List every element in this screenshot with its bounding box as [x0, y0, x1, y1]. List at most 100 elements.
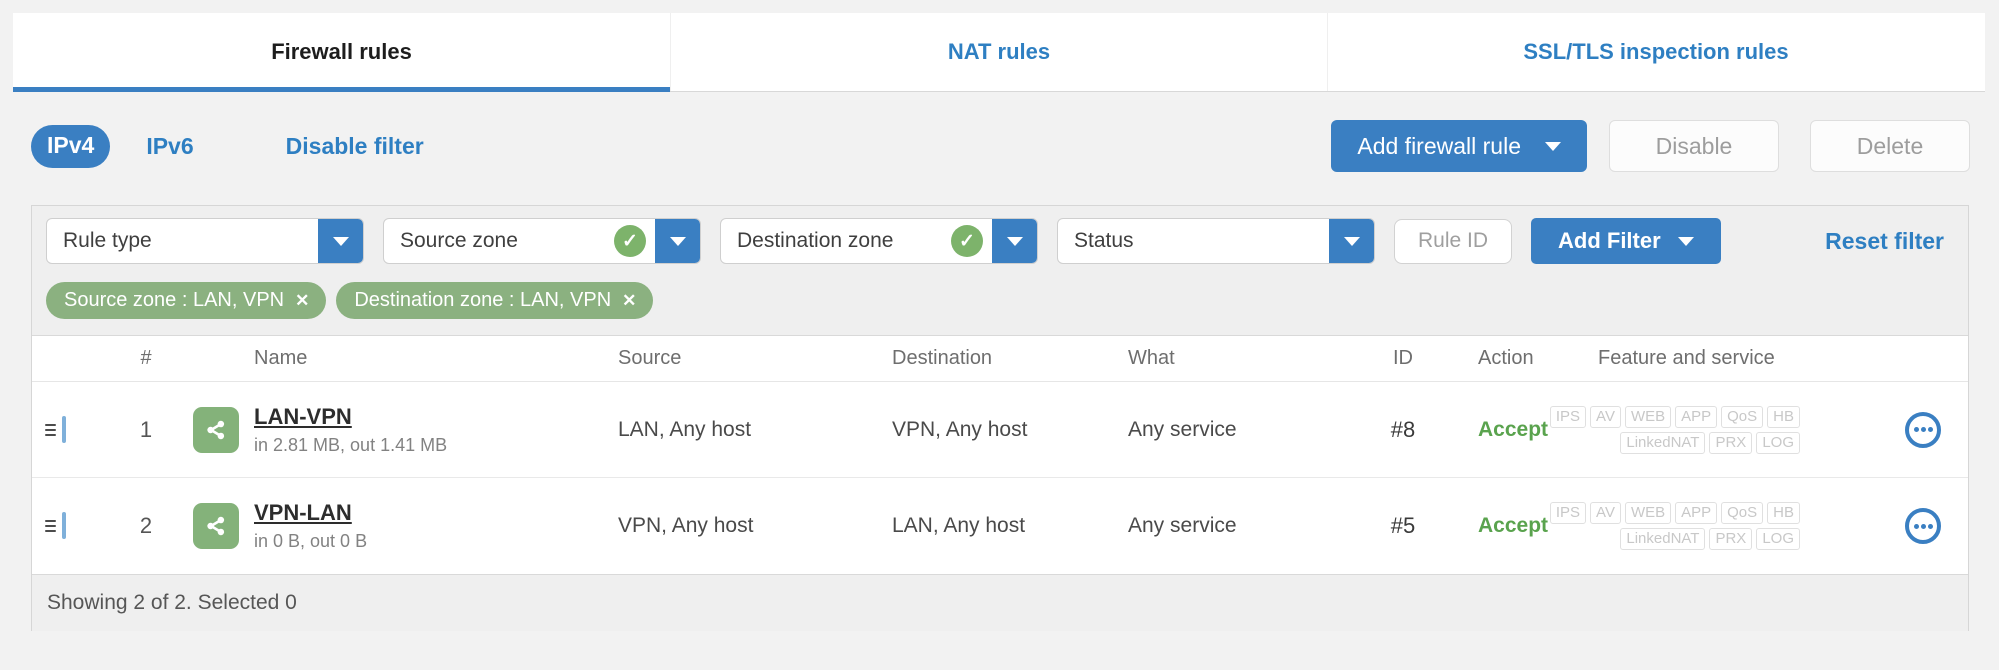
badge-ips: IPS [1549, 405, 1587, 428]
add-firewall-rule-button[interactable]: Add firewall rule [1331, 120, 1587, 172]
tab-label: NAT rules [947, 39, 1051, 64]
header-destination: Destination [892, 347, 993, 369]
header-feature: Feature and service [1598, 347, 1775, 369]
badge-av: AV [1590, 405, 1621, 428]
row-number: 2 [139, 513, 153, 538]
rule-id: #5 [1390, 513, 1416, 538]
tab-label: Firewall rules [271, 39, 412, 64]
zone-share-icon[interactable] [193, 503, 239, 549]
filter-dropdown-source-zone[interactable]: Source zone ✓ [383, 218, 701, 264]
zone-share-icon[interactable] [193, 406, 239, 453]
header-source: Source [618, 347, 682, 369]
rule-destination: VPN, Any host [892, 417, 1028, 441]
rule-destination: LAN, Any host [892, 514, 1026, 537]
tab-ssl-tls-inspection-rules[interactable]: SSL/TLS inspection rules [1327, 13, 1984, 91]
row-menu-ellipsis-icon[interactable] [1905, 411, 1941, 448]
row-checkbox[interactable] [62, 512, 66, 539]
filter-dropdown-status[interactable]: Status [1057, 218, 1375, 264]
header-id: ID [1393, 347, 1413, 369]
filter-dropdown-label: Source zone [400, 229, 518, 252]
toolbar: IPv4 IPv6 Disable filter Add firewall ru… [31, 120, 1970, 172]
reset-filter-link[interactable]: Reset filter [1825, 228, 1954, 255]
badge-ips: IPS [1549, 502, 1587, 524]
tab-filler [1984, 13, 1985, 91]
header-action: Action [1478, 347, 1534, 369]
tab-bar: Firewall rules NAT rules SSL/TLS inspect… [13, 13, 1985, 92]
header-what: What [1128, 347, 1175, 369]
check-circle-icon: ✓ [951, 225, 983, 257]
drag-handle-icon[interactable] [32, 520, 62, 532]
rule-what: Any service [1128, 417, 1237, 441]
tab-firewall-rules[interactable]: Firewall rules [13, 13, 670, 92]
chevron-down-icon[interactable] [318, 219, 363, 263]
table-row: 1 LAN-VPN in 2.81 MB, out 1.41 MB LAN, A… [32, 382, 1968, 478]
feature-badges: IPS AV WEB APP QoS HB LinkedNAT PRX LOG [1549, 405, 1878, 454]
filter-dropdown-label: Rule type [63, 229, 152, 252]
row-count-summary: Showing 2 of 2. Selected 0 [47, 591, 297, 614]
ipv4-toggle[interactable]: IPv4 [31, 124, 111, 168]
filter-dropdown-destination-zone[interactable]: Destination zone ✓ [720, 218, 1038, 264]
check-circle-icon: ✓ [614, 225, 646, 257]
row-menu-ellipsis-icon[interactable] [1905, 508, 1941, 544]
chevron-down-icon [1677, 236, 1694, 246]
filter-row: Rule type Source zone ✓ Destination zone… [32, 206, 1968, 264]
rule-id: #8 [1390, 416, 1416, 442]
firewall-rules-panel: Rule type Source zone ✓ Destination zone… [31, 205, 1969, 631]
badge-av: AV [1590, 502, 1621, 524]
row-checkbox[interactable] [62, 415, 66, 443]
badge-web: WEB [1624, 502, 1672, 524]
tab-nat-rules[interactable]: NAT rules [670, 13, 1327, 91]
table-footer: Showing 2 of 2. Selected 0 [32, 575, 1968, 631]
add-firewall-rule-label: Add firewall rule [1357, 132, 1521, 159]
chevron-down-icon [1545, 141, 1561, 151]
rule-traffic: in 0 B, out 0 B [254, 531, 368, 551]
filter-dropdown-label: Destination zone [737, 229, 894, 252]
rule-what: Any service [1128, 514, 1237, 537]
badge-prx: PRX [1709, 528, 1753, 550]
disable-button[interactable]: Disable [1609, 120, 1779, 172]
filter-dropdown-rule-type[interactable]: Rule type [46, 218, 364, 264]
badge-qos: QoS [1721, 502, 1764, 524]
chevron-down-icon[interactable] [1329, 219, 1374, 263]
disable-filter-link[interactable]: Disable filter [286, 133, 424, 160]
chevron-down-icon[interactable] [655, 219, 700, 263]
filter-chip-label: Destination zone : LAN, VPN [354, 289, 612, 311]
badge-app: APP [1675, 405, 1718, 428]
filter-chip-destination-zone: Destination zone : LAN, VPN ✕ [336, 282, 654, 319]
rule-name-link[interactable]: LAN-VPN [254, 404, 352, 430]
filter-chip-source-zone: Source zone : LAN, VPN ✕ [46, 282, 327, 319]
filter-chip-label: Source zone : LAN, VPN [64, 289, 285, 311]
badge-log: LOG [1756, 528, 1800, 550]
header-name: Name [254, 347, 308, 369]
badge-log: LOG [1756, 431, 1800, 454]
drag-handle-icon[interactable] [32, 423, 62, 436]
rule-source: LAN, Any host [618, 417, 752, 441]
firewall-rules-table: # Name Source Destination What ID Action… [32, 335, 1968, 575]
ipv6-toggle[interactable]: IPv6 [146, 133, 193, 160]
table-row: 2 VPN-LAN in 0 B, out 0 B VPN, Any host [32, 478, 1968, 574]
badge-app: APP [1675, 502, 1718, 524]
rule-name-link[interactable]: VPN-LAN [254, 500, 352, 526]
rule-traffic: in 2.81 MB, out 1.41 MB [254, 434, 448, 455]
badge-linkednat: LinkedNAT [1620, 528, 1706, 550]
close-icon[interactable]: ✕ [622, 292, 636, 309]
filter-dropdown-label: Status [1074, 229, 1134, 252]
badge-web: WEB [1624, 405, 1672, 428]
badge-qos: QoS [1721, 405, 1764, 428]
table-header-row: # Name Source Destination What ID Action… [32, 336, 1968, 382]
add-filter-button[interactable]: Add Filter [1531, 218, 1721, 264]
badge-prx: PRX [1709, 431, 1753, 454]
feature-badges: IPS AV WEB APP QoS HB LinkedNAT PRX LOG [1549, 502, 1878, 550]
chevron-down-icon[interactable] [992, 219, 1037, 263]
row-number: 1 [139, 416, 153, 442]
rule-id-input[interactable] [1394, 218, 1512, 264]
header-num: # [140, 347, 152, 369]
badge-hb: HB [1767, 502, 1800, 524]
close-icon[interactable]: ✕ [295, 292, 309, 309]
add-filter-label: Add Filter [1558, 228, 1661, 253]
rule-source: VPN, Any host [618, 514, 754, 537]
active-filter-chips: Source zone : LAN, VPN ✕ Destination zon… [32, 264, 1968, 319]
tab-label: SSL/TLS inspection rules [1523, 39, 1789, 64]
badge-linkednat: LinkedNAT [1620, 431, 1706, 454]
delete-button[interactable]: Delete [1810, 120, 1970, 172]
